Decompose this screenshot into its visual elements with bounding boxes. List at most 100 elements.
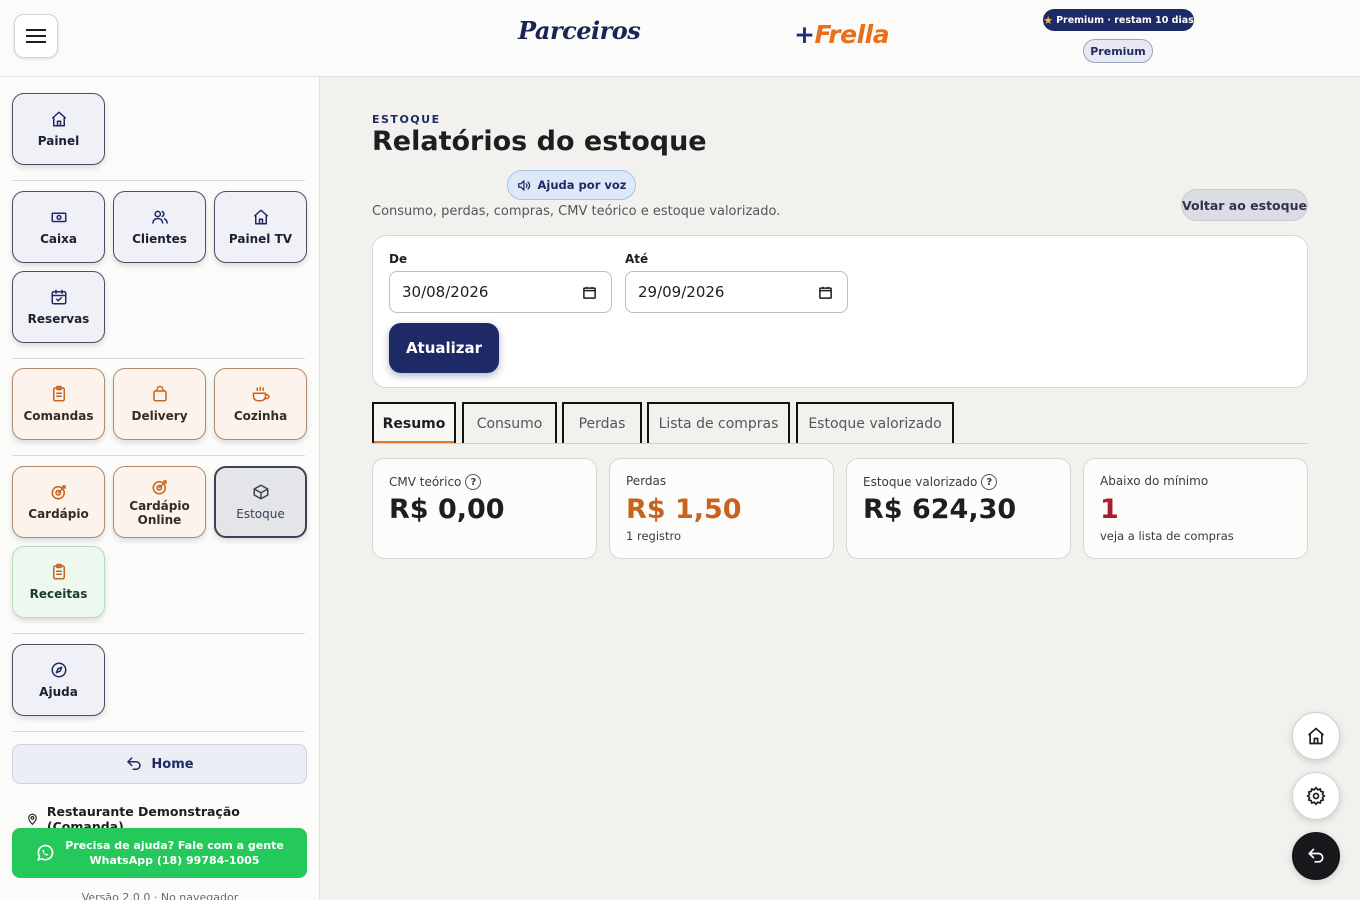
back-to-stock-button[interactable]: Voltar ao estoque [1181,189,1308,221]
version-info: Versão 2.0.0 · No navegador [81,891,239,900]
menu-button[interactable] [14,14,58,58]
sidebar-divider [12,180,305,181]
page-subtitle: Consumo, perdas, compras, CMV teórico e … [372,204,781,219]
stat-note[interactable]: veja a lista de compras [1100,529,1234,543]
sidebar-item-receitas[interactable]: Receitas [12,546,105,618]
stat-value: R$ 1,50 [626,494,742,525]
stat-value: R$ 0,00 [389,494,505,525]
whatsapp-help-line2: WhatsApp (18) 99784-1005 [89,854,260,867]
sidebar-item-label: Comandas [23,409,94,423]
sidebar-item-cozinha[interactable]: Cozinha [214,368,307,440]
help-question-icon[interactable]: ? [465,474,482,490]
shopping-bag-icon [152,385,167,402]
sidebar-divider [12,455,305,456]
sidebar-item-label: Receitas [29,587,88,601]
sidebar-item-caixa[interactable]: Caixa [12,191,105,263]
home-button-label: Home [151,756,194,772]
tab-lista-de-compras[interactable]: Lista de compras [647,402,790,443]
sidebar-item-estoque[interactable]: Estoque [214,466,307,538]
tab-resumo[interactable]: Resumo [372,402,456,443]
stat-label: Perdas [626,474,666,488]
sidebar-item-ajuda[interactable]: Ajuda [12,644,105,716]
target-icon [152,479,167,494]
premium-badge[interactable]: Premium [1083,39,1153,63]
stat-note: 1 registro [626,529,682,543]
stat-label-text: CMV teórico [389,475,462,489]
sidebar-item-label-line: Cardápio [129,498,190,513]
sidebar-item-painel-tv[interactable]: Painel TV [214,191,307,263]
clipboard-icon [52,563,65,580]
stat-card-perdas: Perdas R$ 1,50 1 registro [609,458,834,559]
premium-trial-label: Premium · restam 10 dias [1056,14,1194,26]
date-to-input[interactable]: 29/09/2026 [625,271,848,313]
sidebar-divider [12,358,305,359]
date-to-value: 29/09/2026 [638,283,725,301]
stat-value: 1 [1100,494,1119,525]
sidebar-item-label: Cozinha [233,409,288,423]
tab-consumo[interactable]: Consumo [462,402,557,443]
sidebar-item-delivery[interactable]: Delivery [113,368,206,440]
voice-help-label: Ajuda por voz [537,178,627,192]
sidebar-item-label: Painel TV [228,232,293,246]
sidebar-item-label: Painel [37,134,80,148]
gear-icon [1306,786,1326,806]
floating-settings-button[interactable] [1292,772,1340,820]
star-icon: ★ [1043,13,1054,27]
date-from-label: De [389,252,408,266]
map-pin-icon [28,813,37,826]
stat-card-abaixo-minimo: Abaixo do mínimo 1 veja a lista de compr… [1083,458,1308,559]
tabs-baseline [372,443,1308,444]
stat-value: R$ 624,30 [863,494,1017,525]
update-button[interactable]: Atualizar [389,323,499,373]
premium-trial-pill[interactable]: ★ Premium · restam 10 dias [1043,9,1194,31]
tab-estoque-valorizado[interactable]: Estoque valorizado [796,402,954,443]
speaker-icon [517,179,530,191]
sidebar-item-reservas[interactable]: Reservas [12,271,105,343]
section-eyebrow: ESTOQUE [372,113,441,126]
cash-icon [51,212,66,223]
sidebar-item-label: Estoque [236,507,285,521]
sidebar-item-label-line: Online [137,512,182,527]
whatsapp-help-line1: Precisa de ajuda? Fale com a gente [65,839,284,852]
parceiros-logo[interactable]: Parceiros [518,16,641,45]
sidebar-item-label: Clientes [132,232,187,246]
calendar-check-icon [51,289,66,305]
sidebar-item-label: Reservas [27,312,90,326]
calendar-icon [819,286,832,299]
box-icon [253,484,268,500]
whatsapp-help-button[interactable]: Precisa de ajuda? Fale com a gente WhatsA… [12,828,307,878]
voice-help-button[interactable]: Ajuda por voz [507,170,636,200]
sidebar-item-clientes[interactable]: Clientes [113,191,206,263]
clipboard-icon [52,385,65,402]
sidebar-divider [12,731,305,732]
stat-label-text: Perdas [626,474,667,488]
stat-label-text: Abaixo do mínimo [1100,474,1209,488]
cup-icon [252,386,270,402]
whatsapp-help-text: Precisa de ajuda? Fale com a gente WhatsA… [65,838,284,868]
top-header: Parceiros +Frella ★ Premium · restam 10 … [0,0,1360,77]
sidebar-item-comandas[interactable]: Comandas [12,368,105,440]
target-icon [51,485,66,500]
date-from-input[interactable]: 30/08/2026 [389,271,612,313]
stat-label: CMV teórico? [389,474,482,490]
undo-arrow-icon [1308,848,1324,863]
frella-logo-plus: + [794,20,815,49]
calendar-icon [583,286,596,299]
undo-arrow-icon [127,757,142,770]
sidebar-item-cardapio[interactable]: Cardápio [12,466,105,538]
help-question-icon[interactable]: ? [981,474,998,490]
floating-back-button[interactable] [1292,832,1340,880]
sidebar-item-painel[interactable]: Painel [12,93,105,165]
sidebar-item-label: Cardápio [28,507,89,521]
sidebar-item-label: Cardápio Online [129,499,189,527]
stat-label-text: Estoque valorizado [863,475,978,489]
home-button[interactable]: Home [12,744,307,784]
hamburger-menu-icon [26,29,46,43]
frella-logo[interactable]: +Frella [794,20,890,49]
home-icon [1307,727,1325,745]
floating-home-button[interactable] [1292,712,1340,760]
sidebar: Painel Caixa Clientes Painel TV Reservas… [0,77,320,900]
sidebar-item-cardapio-online[interactable]: Cardápio Online [113,466,206,538]
sidebar-divider [12,633,305,634]
tab-perdas[interactable]: Perdas [562,402,642,443]
